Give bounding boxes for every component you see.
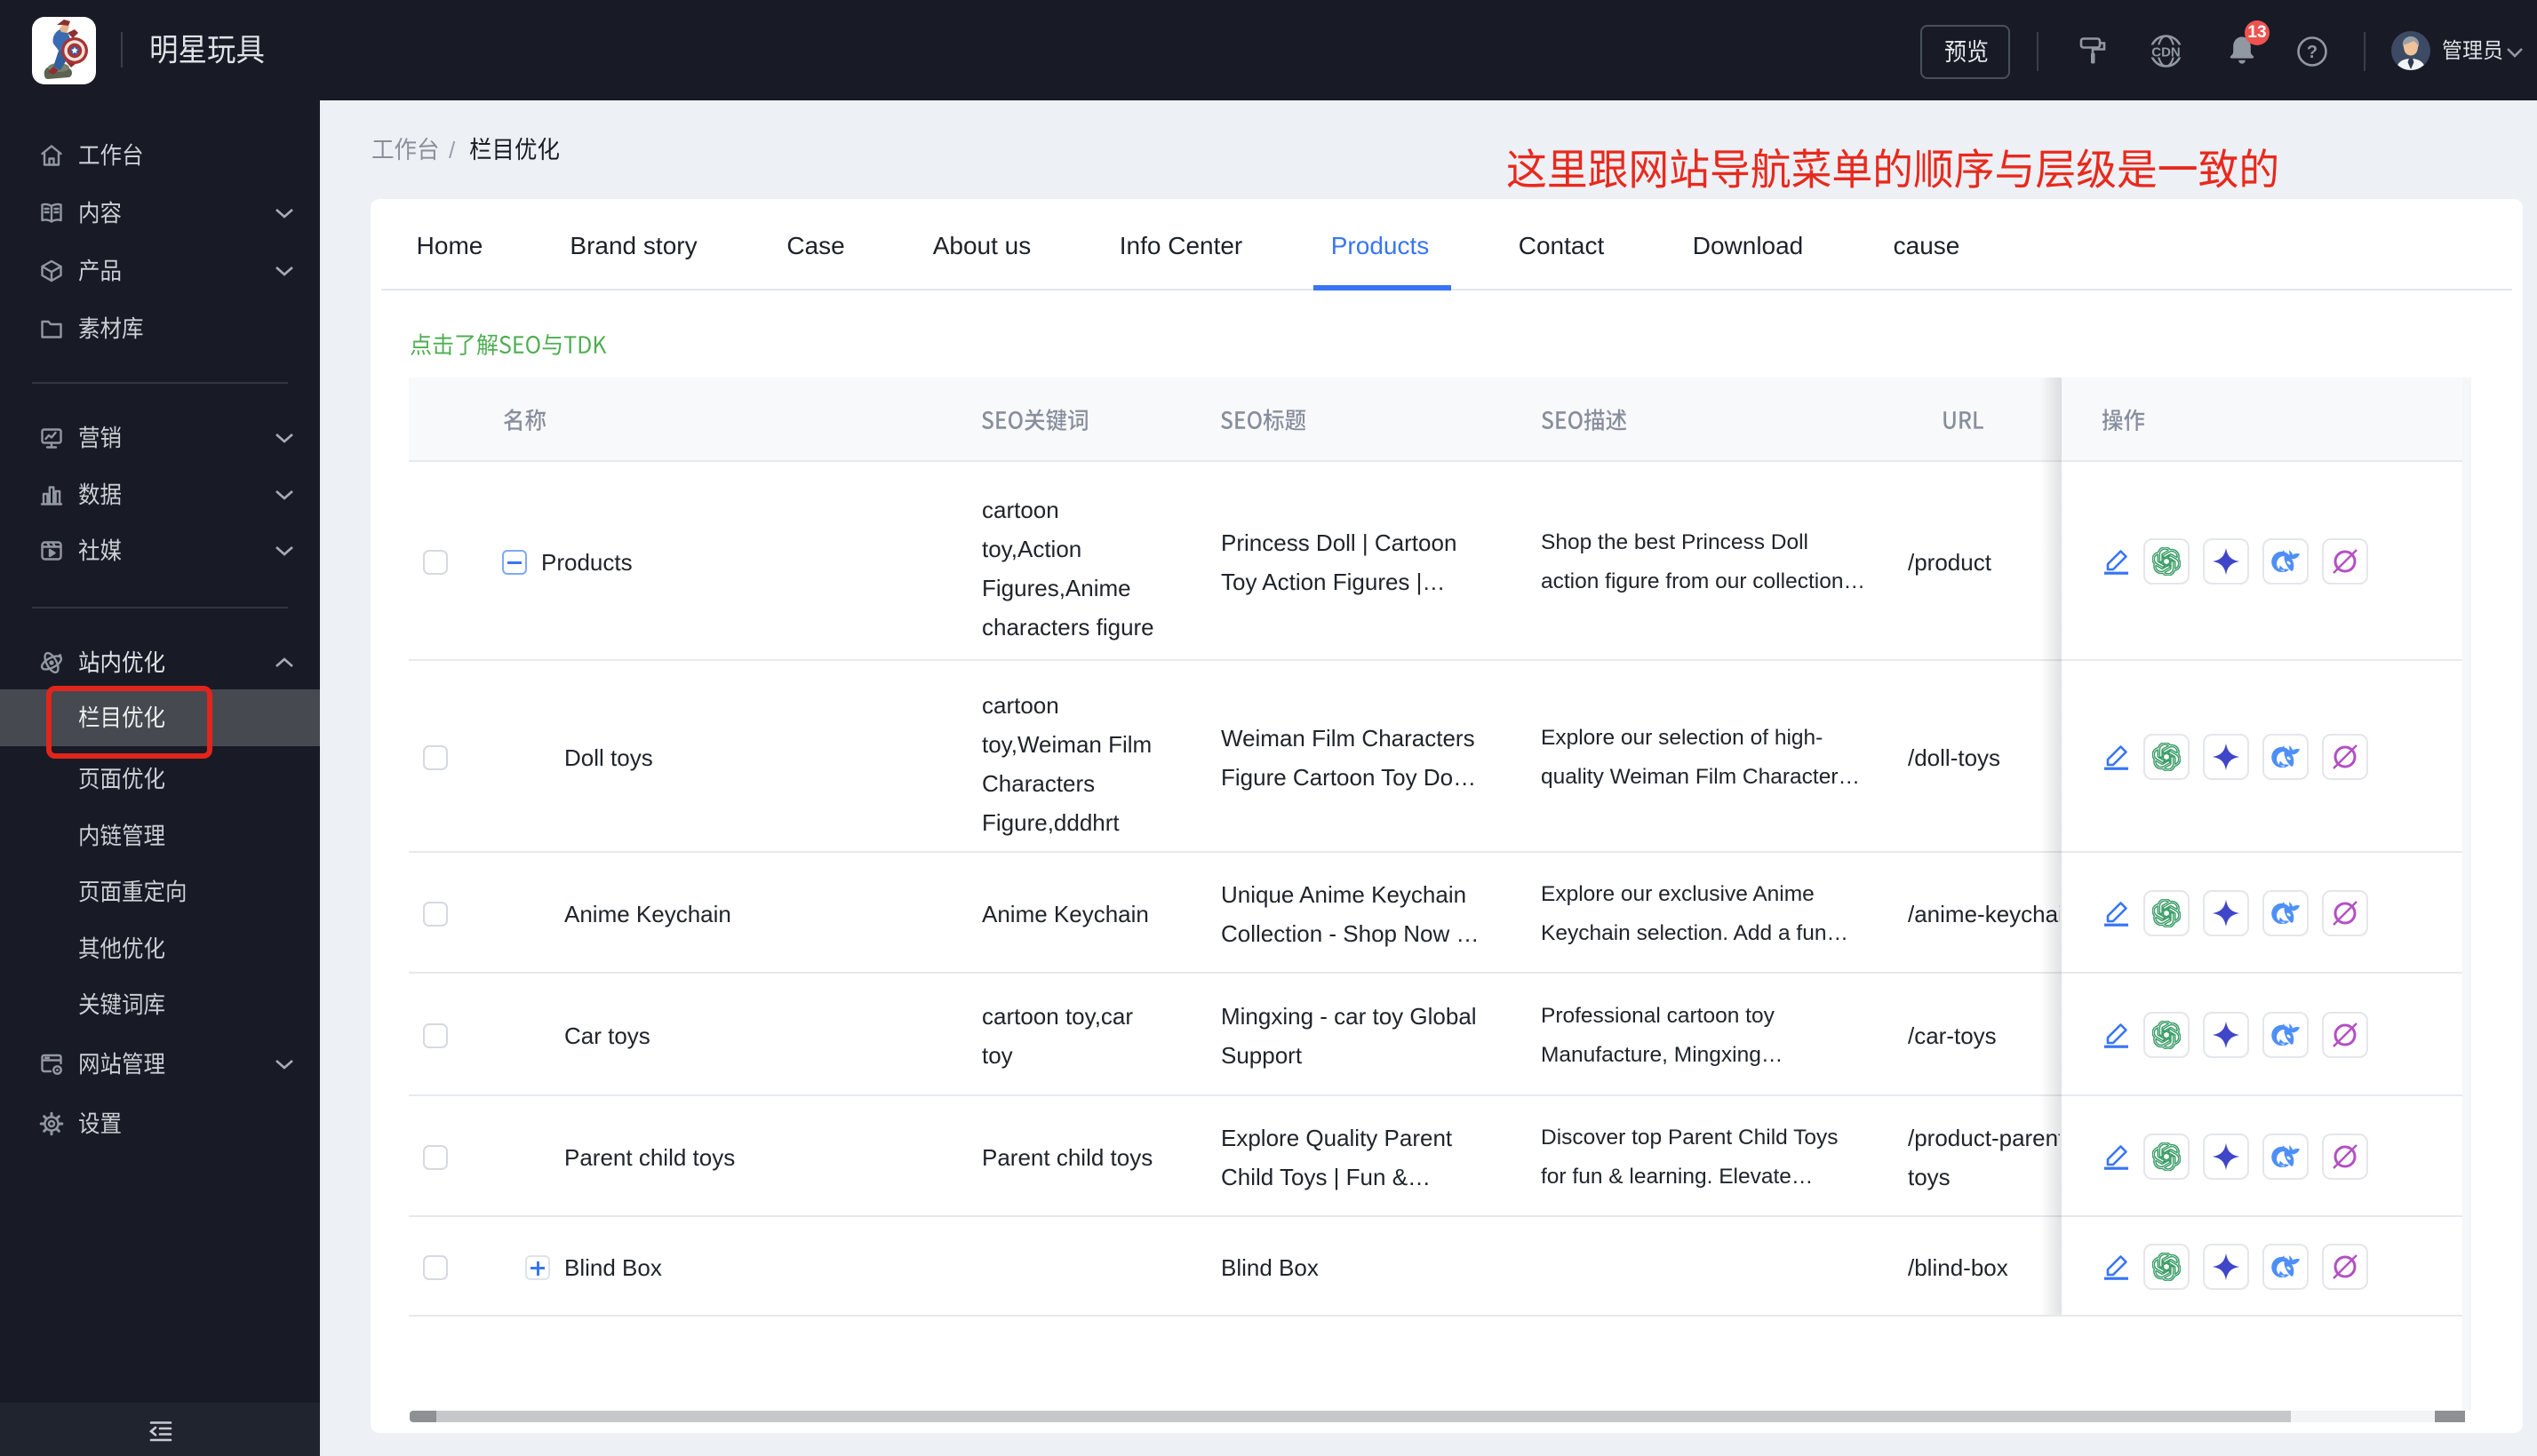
- svg-text:CDN: CDN: [2151, 45, 2181, 60]
- svg-text:?: ?: [2307, 43, 2318, 62]
